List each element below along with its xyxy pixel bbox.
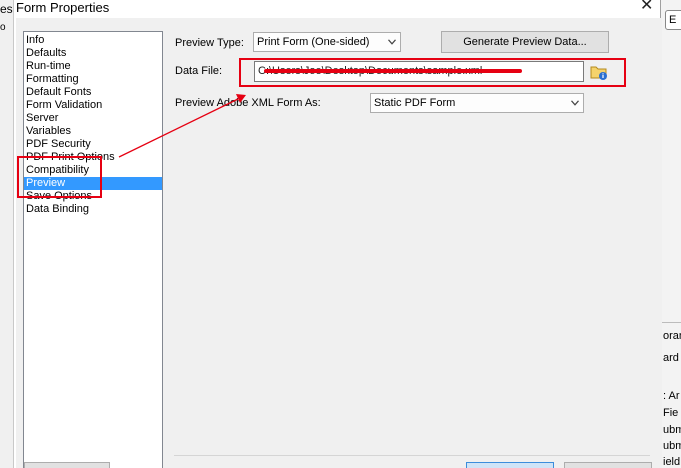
category-item-data-binding[interactable]: Data Binding	[24, 203, 162, 216]
data-file-label: Data File:	[175, 65, 223, 77]
dialog-content: Info Defaults Run-time Formatting Defaul…	[16, 18, 662, 468]
category-item-pdf-security[interactable]: PDF Security	[24, 138, 162, 151]
background-app-left-text: es	[0, 2, 13, 16]
preview-as-value: Static PDF Form	[374, 97, 456, 109]
close-icon[interactable]: ✕	[640, 0, 653, 14]
background-app-tab[interactable]: E	[665, 10, 681, 30]
preview-as-label: Preview Adobe XML Form As:	[175, 97, 321, 109]
background-text-5: ubm	[663, 424, 681, 436]
footer-button-cancel[interactable]	[564, 462, 652, 468]
background-divider	[661, 322, 681, 323]
footer-button-ok[interactable]	[466, 462, 554, 468]
category-item-form-validation[interactable]: Form Validation	[24, 99, 162, 112]
background-app-right-strip: E oran ard : Ar Fie ubm ubm ield	[660, 0, 681, 468]
background-text-2: ard	[663, 352, 679, 364]
background-text-3: : Ar	[663, 390, 680, 402]
background-app-left-strip: es o	[0, 0, 14, 468]
chevron-down-icon	[571, 100, 579, 106]
preview-type-value: Print Form (One-sided)	[257, 36, 370, 48]
chevron-down-icon	[388, 39, 396, 45]
category-item-formatting[interactable]: Formatting	[24, 73, 162, 86]
background-text-6: ubm	[663, 440, 681, 452]
background-text-4: Fie	[663, 407, 679, 419]
dialog-title: Form Properties	[16, 0, 110, 15]
background-text-7: ield	[663, 456, 681, 468]
category-item-run-time[interactable]: Run-time	[24, 60, 162, 73]
bottom-separator	[174, 455, 650, 456]
generate-preview-data-button[interactable]: Generate Preview Data...	[441, 31, 609, 53]
category-item-info[interactable]: Info	[24, 34, 162, 47]
data-file-highlight-box	[239, 58, 626, 87]
preview-type-label: Preview Type:	[175, 37, 244, 49]
background-text-1: oran	[663, 330, 681, 342]
preview-type-select[interactable]: Print Form (One-sided)	[253, 32, 401, 52]
footer-button-left[interactable]	[24, 462, 110, 468]
category-item-variables[interactable]: Variables	[24, 125, 162, 138]
form-properties-dialog: Form Properties ✕ Info Defaults Run-time…	[14, 0, 662, 468]
background-app-left-small-text: o	[0, 22, 6, 33]
category-item-defaults[interactable]: Defaults	[24, 47, 162, 60]
category-item-default-fonts[interactable]: Default Fonts	[24, 86, 162, 99]
category-item-server[interactable]: Server	[24, 112, 162, 125]
preview-as-select[interactable]: Static PDF Form	[370, 93, 584, 113]
category-list[interactable]: Info Defaults Run-time Formatting Defaul…	[23, 31, 163, 468]
preview-category-highlight-box	[17, 156, 102, 198]
